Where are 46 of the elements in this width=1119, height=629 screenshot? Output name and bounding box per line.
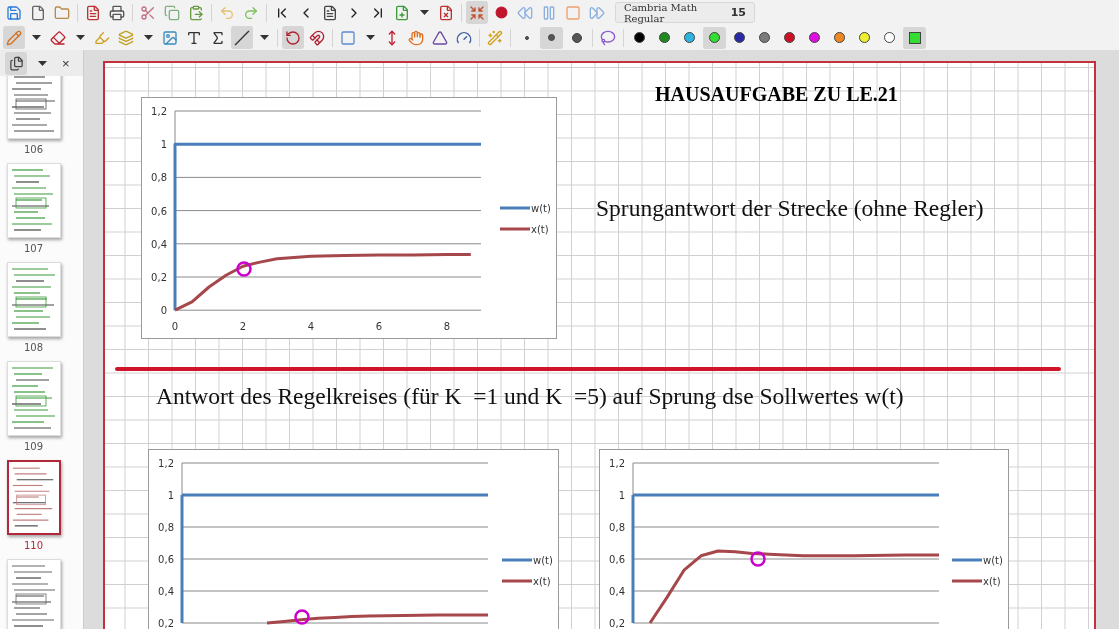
tick-label: 0,4 (158, 586, 174, 597)
tick-label: 1,2 (158, 458, 174, 469)
legend-entry: w(t) (952, 555, 1003, 566)
heading-text: Sprungantwort der Strecke (ohne Regler) (596, 195, 984, 222)
legend-entry: w(t) (502, 555, 553, 566)
tick-label: 0,2 (158, 618, 174, 629)
tick-label: 0,4 (151, 238, 167, 250)
font-name: Cambria Math Regular (624, 1, 699, 24)
tick-label: 0,6 (609, 554, 625, 565)
tick-label: 0 (160, 305, 167, 317)
tick-label: 2 (239, 321, 247, 333)
tick-label: 0,2 (151, 272, 167, 283)
page-title: HAUSAUFGABE ZU LE.21 (655, 83, 898, 106)
font-size: 15 (730, 6, 746, 19)
legend-label: w(t) (531, 203, 551, 214)
tick-label: 1,2 (609, 458, 625, 469)
tick-label: 0,2 (609, 618, 625, 629)
page-number: 107 (23, 243, 44, 254)
tick-label: 4 (307, 321, 315, 333)
tick-label: 8 (443, 321, 451, 333)
legend-label: x(t) (531, 224, 549, 235)
legend-label: w(t) (983, 555, 1003, 566)
page-number: 108 (23, 342, 44, 353)
tick-label: 1,2 (151, 106, 167, 117)
legend-entry: x(t) (502, 576, 551, 587)
tick-label: 0 (171, 321, 179, 333)
page-number: 110 (23, 540, 44, 551)
tick-label: 0,8 (609, 522, 625, 533)
page-number: 109 (23, 441, 44, 452)
tick-label: 0,6 (151, 205, 167, 217)
tick-label: 0,6 (158, 554, 174, 565)
tick-label: 1 (167, 490, 174, 501)
tick-label: 0,8 (158, 522, 174, 533)
heading-text: Antwort des Regelkreises (für K =1 und K =5) auf Sprung dse Sollwertes w(t) (156, 383, 904, 410)
tick-label: 0,8 (151, 172, 167, 184)
tick-label: 6 (375, 321, 383, 333)
tick-label: 1 (618, 490, 625, 501)
tick-label: 0,4 (609, 586, 625, 597)
legend-label: x(t) (533, 576, 551, 587)
legend-entry: x(t) (500, 224, 549, 235)
legend-entry: w(t) (500, 203, 551, 214)
page-number: 106 (23, 144, 44, 155)
legend-entry: x(t) (952, 576, 1001, 587)
tick-label: 1 (160, 139, 167, 151)
legend-label: w(t) (533, 555, 553, 566)
legend-label: x(t) (983, 576, 1001, 587)
